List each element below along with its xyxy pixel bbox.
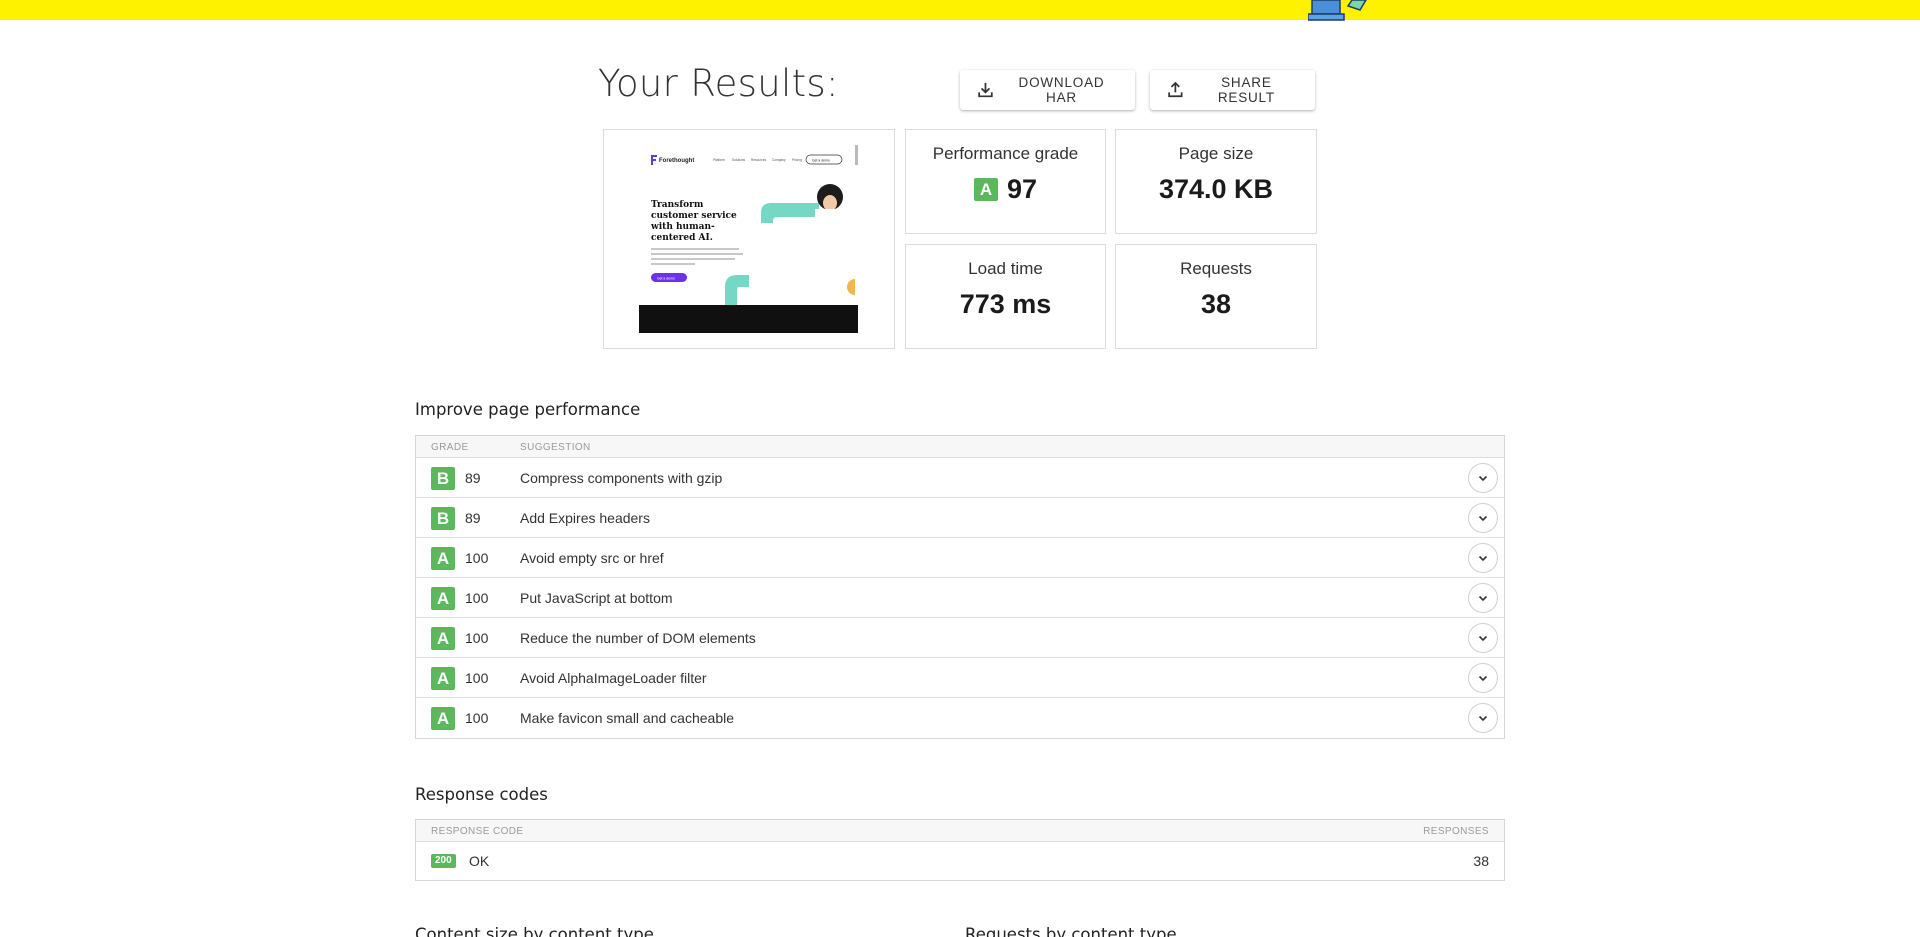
suggestion-grade-badge: A: [431, 707, 455, 730]
page-size-card: Page size 374.0 KB: [1115, 129, 1317, 234]
thumb-nav-5: Pricing: [792, 158, 802, 162]
expand-suggestion-button[interactable]: [1468, 703, 1498, 733]
expand-suggestion-button[interactable]: [1468, 463, 1498, 493]
suggestion-row[interactable]: A 100 Avoid AlphaImageLoader filter: [416, 658, 1504, 698]
chevron-down-icon: [1478, 675, 1488, 682]
screenshot-preview: Forethought Platform Solutions Resources…: [639, 145, 861, 333]
suggestion-score: 100: [465, 670, 489, 686]
performance-grade-value-row: A 97: [906, 174, 1105, 205]
suggestion-text: Compress components with gzip: [520, 470, 723, 486]
chevron-down-icon: [1478, 515, 1488, 522]
suggestion-score: 89: [465, 510, 481, 526]
chevron-down-icon: [1478, 475, 1488, 482]
share-upload-icon: [1168, 81, 1183, 98]
suggestion-grade-badge: A: [431, 587, 455, 610]
chevron-down-icon: [1478, 715, 1488, 722]
responses-column-header: RESPONSES: [1423, 826, 1489, 837]
thumb-nav-button-label: Get a demo: [812, 158, 830, 162]
load-time-card: Load time 773 ms: [905, 244, 1106, 349]
performance-grade-label: Performance grade: [932, 144, 1079, 163]
suggestion-text: Avoid empty src or href: [520, 550, 664, 566]
share-result-label: SHARE RESULT: [1217, 75, 1275, 105]
expand-suggestion-button[interactable]: [1468, 663, 1498, 693]
suggestion-grade-badge: A: [431, 627, 455, 650]
requests-label: Requests: [1180, 259, 1252, 278]
expand-suggestion-button[interactable]: [1468, 503, 1498, 533]
thumb-cta-label: Get a demo: [657, 276, 675, 280]
chevron-down-icon: [1478, 555, 1488, 562]
suggestions-table-header: GRADE SUGGESTION: [416, 436, 1504, 458]
page-size-label: Page size: [1178, 144, 1254, 163]
grade-column-header: GRADE: [431, 442, 469, 453]
page-size-value: 374.0 KB: [1158, 174, 1274, 204]
response-code-text: OK: [469, 853, 490, 869]
performance-grade-score: 97: [1006, 174, 1038, 204]
suggestions-table: GRADE SUGGESTION B 89 Compress components …: [415, 435, 1505, 739]
thumb-nav-4: Company: [772, 158, 786, 162]
banner-illustration: [1308, 0, 1367, 21]
page-title: Your Results:: [598, 62, 839, 105]
performance-grade-card: Performance grade A 97: [905, 129, 1106, 234]
suggestion-text: Make favicon small and cacheable: [520, 710, 735, 726]
suggestion-grade-badge: A: [431, 547, 455, 570]
suggestion-grade-badge: B: [431, 507, 455, 530]
response-code-row[interactable]: 200 OK 38: [416, 842, 1504, 880]
expand-suggestion-button[interactable]: [1468, 543, 1498, 573]
thumb-headline-4: centered AI.: [651, 233, 713, 243]
improve-performance-heading: Improve page performance: [415, 400, 641, 419]
response-codes-heading: Response codes: [415, 785, 548, 804]
suggestion-score: 100: [465, 590, 489, 606]
thumb-headline-1: Transform: [651, 200, 704, 210]
response-code-column-header: RESPONSE CODE: [431, 826, 524, 837]
suggestion-score: 100: [465, 710, 489, 726]
suggestion-score: 100: [465, 550, 489, 566]
thumb-brand: Forethought: [659, 158, 694, 164]
suggestion-column-header: SUGGESTION: [520, 442, 591, 453]
expand-suggestion-button[interactable]: [1468, 583, 1498, 613]
content-size-heading: Content size by content type: [415, 925, 654, 937]
thumb-nav-1: Platform: [713, 158, 725, 162]
requests-value: 38: [1200, 289, 1232, 319]
suggestion-row[interactable]: B 89 Add Expires headers: [416, 498, 1504, 538]
suggestion-row[interactable]: A 100 Reduce the number of DOM elements: [416, 618, 1504, 658]
suggestion-row[interactable]: B 89 Compress components with gzip: [416, 458, 1504, 498]
requests-by-type-heading: Requests by content type: [965, 925, 1177, 937]
chevron-down-icon: [1478, 635, 1488, 642]
suggestion-text: Avoid AlphaImageLoader filter: [520, 670, 707, 686]
suggestion-grade-badge: B: [431, 467, 455, 490]
top-banner: [0, 0, 1920, 20]
suggestion-row[interactable]: A 100 Avoid empty src or href: [416, 538, 1504, 578]
suggestion-row[interactable]: A 100 Put JavaScript at bottom: [416, 578, 1504, 618]
download-har-label: DOWNLOAD HAR: [1018, 75, 1105, 105]
page-screenshot: Forethought Platform Solutions Resources…: [639, 145, 861, 333]
load-time-value: 773 ms: [959, 289, 1052, 319]
share-result-button[interactable]: SHARE RESULT: [1150, 70, 1315, 110]
thumb-headline-3: with human-: [650, 222, 715, 232]
response-codes-table: RESPONSE CODE RESPONSES 200 OK 38: [415, 819, 1505, 881]
expand-suggestion-button[interactable]: [1468, 623, 1498, 653]
suggestion-score: 89: [465, 470, 481, 486]
response-code-badge: 200: [431, 854, 456, 868]
requests-card: Requests 38: [1115, 244, 1317, 349]
suggestion-text: Put JavaScript at bottom: [520, 590, 673, 606]
thumb-nav-2: Solutions: [732, 158, 746, 162]
suggestion-rows: B 89 Compress components with gzip B 89 Add E…: [416, 458, 1504, 738]
suggestion-text: Reduce the number of DOM elements: [520, 630, 756, 646]
suggestion-grade-badge: A: [431, 667, 455, 690]
suggestion-score: 100: [465, 630, 489, 646]
download-icon: [978, 82, 993, 98]
performance-grade-badge: A: [973, 178, 998, 201]
page-screenshot-card: Forethought Platform Solutions Resources…: [603, 129, 895, 349]
chevron-down-icon: [1478, 595, 1488, 602]
download-har-button[interactable]: DOWNLOAD HAR: [960, 70, 1135, 110]
response-count: 38: [1473, 853, 1489, 869]
response-codes-table-header: RESPONSE CODE RESPONSES: [416, 820, 1504, 842]
thumb-nav-3: Resources: [751, 158, 767, 162]
suggestion-text: Add Expires headers: [520, 510, 650, 526]
thumb-headline-2: customer service: [651, 211, 737, 221]
suggestion-row[interactable]: A 100 Make favicon small and cacheable: [416, 698, 1504, 738]
load-time-label: Load time: [968, 259, 1043, 278]
